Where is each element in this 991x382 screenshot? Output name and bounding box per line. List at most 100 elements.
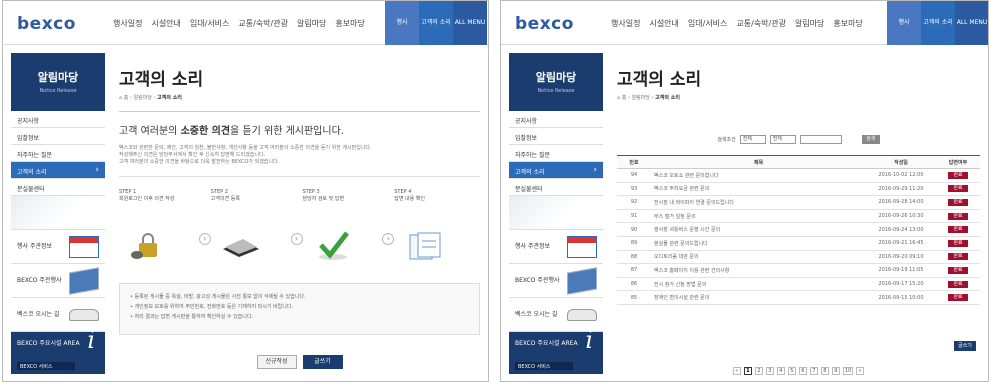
table-row[interactable]: 91 부스 철거 일정 문의 2016-09-26 10:30 완료 xyxy=(617,209,980,224)
banner-bexco-host[interactable]: BEXCO 주관행사 xyxy=(509,264,603,298)
row-title[interactable]: 벡스코 주차요금 관련 문의 xyxy=(651,182,866,197)
search-input[interactable] xyxy=(799,134,842,144)
new-post-button[interactable]: 신규작성 xyxy=(256,355,297,369)
search-category-select[interactable]: 전체 xyxy=(739,134,766,144)
intro-line: 고객 여러분의 소중한 의견을 바탕으로 더욱 발전하는 BEXCO가 되겠습니… xyxy=(119,159,280,165)
sidebar-item-faq[interactable]: 자주하는 질문 xyxy=(11,145,105,162)
nav-item[interactable]: 행사일정 xyxy=(611,18,640,29)
nav-item[interactable]: 임대/서비스 xyxy=(190,18,230,29)
all-menu-button[interactable]: ALL MENU xyxy=(955,1,988,45)
sidebar-item-notice[interactable]: 공지사항 xyxy=(509,111,603,128)
sidebar-menu: 공지사항 입찰정보 자주하는 질문 고객의 소리 분실물센터 xyxy=(11,111,105,196)
info-banner-title: BEXCO 주요시설 AREA xyxy=(17,340,80,347)
sidebar-item-customer-voice[interactable]: 고객의 소리 xyxy=(11,162,105,179)
info-banner-bar: BEXCO 서비스 xyxy=(17,362,75,370)
sidebar-item-faq[interactable]: 자주하는 질문 xyxy=(509,145,603,162)
search-field-select[interactable]: 전체 xyxy=(769,134,796,144)
row-date: 2016-09-26 10:30 xyxy=(866,209,936,224)
page-link[interactable]: « xyxy=(732,367,741,375)
sidebar-item-customer-voice[interactable]: 고객의 소리 xyxy=(509,162,603,179)
row-answer: 완료 xyxy=(936,222,980,237)
write-button[interactable]: 글쓰기 xyxy=(954,341,976,351)
sidebar-header: 알림마당 Notice Release xyxy=(11,53,105,111)
search-button[interactable]: 검색 xyxy=(861,134,880,144)
sidebar-item-lost-found[interactable]: 분실물센터 xyxy=(509,179,603,196)
row-number: 93 xyxy=(617,182,651,197)
page-link[interactable]: » xyxy=(856,367,865,375)
page-link[interactable]: 3 xyxy=(765,367,774,375)
customer-voice-button[interactable]: 고객의 소리 xyxy=(419,1,453,45)
nav-item[interactable]: 시설안내 xyxy=(151,18,180,29)
page-link[interactable]: 7 xyxy=(809,367,818,375)
breadcrumb: ⌂ 홈 › 알림마당 › 고객의 소리 xyxy=(617,95,680,101)
home-icon[interactable]: ⌂ xyxy=(617,95,620,101)
nav-item[interactable]: 시설안내 xyxy=(649,18,678,29)
banner-event-host[interactable]: 행사 주관정보 xyxy=(11,230,105,264)
page-link[interactable]: 5 xyxy=(787,367,796,375)
notice-line: • 등록된 게시물 중 욕설, 비방, 광고성 게시물은 사전 통보 없이 삭제… xyxy=(130,294,306,300)
event-button[interactable]: 행사 xyxy=(385,1,419,45)
row-title[interactable]: 전시장 내 와이파이 연결 문의드립니다 xyxy=(651,195,866,210)
banner-event-host[interactable]: 행사 주관정보 xyxy=(509,230,603,264)
event-button[interactable]: 행사 xyxy=(887,1,921,45)
sidebar-item-bid[interactable]: 입찰정보 xyxy=(509,128,603,145)
row-title[interactable]: 부스 철거 일정 문의 xyxy=(651,209,866,224)
sidebar-info-banner[interactable]: BEXCO 주요시설 AREA i BEXCO 서비스 xyxy=(11,328,105,374)
sidebar-item-notice[interactable]: 공지사항 xyxy=(11,111,105,128)
nav-item[interactable]: 행사일정 xyxy=(113,18,142,29)
nav-item[interactable]: 임대/서비스 xyxy=(688,18,728,29)
sidebar-info-banner[interactable]: BEXCO 주요시설 AREA i BEXCO 서비스 xyxy=(509,328,603,374)
sidebar-header: 알림마당 Notice Release xyxy=(509,53,603,111)
intro-line: 벡스코와 관련한 문의, 제안, 고객의 칭찬, 불만사항, 개선사항 등을 고… xyxy=(119,145,372,151)
table-row[interactable]: 93 벡스코 주차요금 관련 문의 2016-09-29 11:20 완료 xyxy=(617,182,980,197)
bexco-logo[interactable]: bexco xyxy=(515,14,574,34)
row-date: 2016-09-29 11:20 xyxy=(866,182,936,197)
row-title[interactable]: 오디토리움 대관 문의 xyxy=(651,250,866,265)
row-date: 2016-09-24 13:00 xyxy=(866,222,936,237)
page-link[interactable]: 9 xyxy=(831,367,840,375)
row-title[interactable]: 전시 참가 신청 방법 문의 xyxy=(651,277,866,292)
status-badge: 완료 xyxy=(948,266,968,274)
page-link[interactable]: 10 xyxy=(842,367,854,375)
bexco-logo[interactable]: bexco xyxy=(17,14,76,34)
row-title[interactable]: 벡스코 오토쇼 관련 문의합니다 xyxy=(651,168,866,183)
table-row[interactable]: 87 벡스코 홈페이지 이용 관련 건의사항 2016-09-19 11:05 완료 xyxy=(617,263,980,278)
nav-item[interactable]: 알림마당 xyxy=(297,18,326,29)
nav-item[interactable]: 교통/숙박/관광 xyxy=(238,18,288,29)
nav-item[interactable]: 알림마당 xyxy=(795,18,824,29)
row-number: 94 xyxy=(617,168,651,183)
table-row[interactable]: 86 전시 참가 신청 방법 문의 2016-09-17 15:20 완료 xyxy=(617,277,980,292)
page-title: 고객의 소리 xyxy=(119,70,204,90)
customer-voice-button[interactable]: 고객의 소리 xyxy=(921,1,955,45)
sidebar-item-bid[interactable]: 입찰정보 xyxy=(11,128,105,145)
row-title[interactable]: 행사장 셔틀버스 운행 시간 문의 xyxy=(651,222,866,237)
row-answer: 완료 xyxy=(936,250,980,265)
row-title[interactable]: 장애인 편의시설 관련 문의 xyxy=(651,290,866,305)
page-link[interactable]: 2 xyxy=(754,367,763,375)
page-link[interactable]: 6 xyxy=(798,367,807,375)
row-date: 2016-09-19 11:05 xyxy=(866,263,936,278)
document-icon xyxy=(222,239,259,257)
banner-bexco-host[interactable]: BEXCO 주관행사 xyxy=(11,264,105,298)
home-icon[interactable]: ⌂ xyxy=(119,95,122,101)
table-row[interactable]: 90 행사장 셔틀버스 운행 시간 문의 2016-09-24 13:00 완료 xyxy=(617,222,980,237)
page-link[interactable]: 8 xyxy=(820,367,829,375)
page-link[interactable]: 4 xyxy=(776,367,785,375)
write-button[interactable]: 글쓰기 xyxy=(302,355,343,369)
all-menu-button[interactable]: ALL MENU xyxy=(453,1,487,45)
sidebar-subtitle: Notice Release xyxy=(537,88,575,94)
nav-item[interactable]: 교통/숙박/관광 xyxy=(736,18,786,29)
table-row[interactable]: 85 장애인 편의시설 관련 문의 2016-09-15 10:00 완료 xyxy=(617,290,980,305)
table-row[interactable]: 88 오디토리움 대관 문의 2016-09-20 09:10 완료 xyxy=(617,250,980,265)
nav-item[interactable]: 홍보마당 xyxy=(833,18,862,29)
page-link[interactable]: 1 xyxy=(743,367,752,375)
nav-item[interactable]: 홍보마당 xyxy=(335,18,364,29)
table-row[interactable]: 94 벡스코 오토쇼 관련 문의합니다 2016-10-02 12:00 완료 xyxy=(617,168,980,183)
table-row[interactable]: 89 분실물 관련 문의드립니다 2016-09-21 16:45 완료 xyxy=(617,236,980,251)
sidebar-item-lost-found[interactable]: 분실물센터 xyxy=(11,179,105,196)
table-row[interactable]: 92 전시장 내 와이파이 연결 문의드립니다 2016-09-28 14:00 완료 xyxy=(617,195,980,210)
row-title[interactable]: 분실물 관련 문의드립니다 xyxy=(651,236,866,251)
row-date: 2016-09-21 16:45 xyxy=(866,236,936,251)
row-title[interactable]: 벡스코 홈페이지 이용 관련 건의사항 xyxy=(651,263,866,278)
sidebar: 알림마당 Notice Release 공지사항 입찰정보 자주하는 질문 고객… xyxy=(509,53,603,381)
